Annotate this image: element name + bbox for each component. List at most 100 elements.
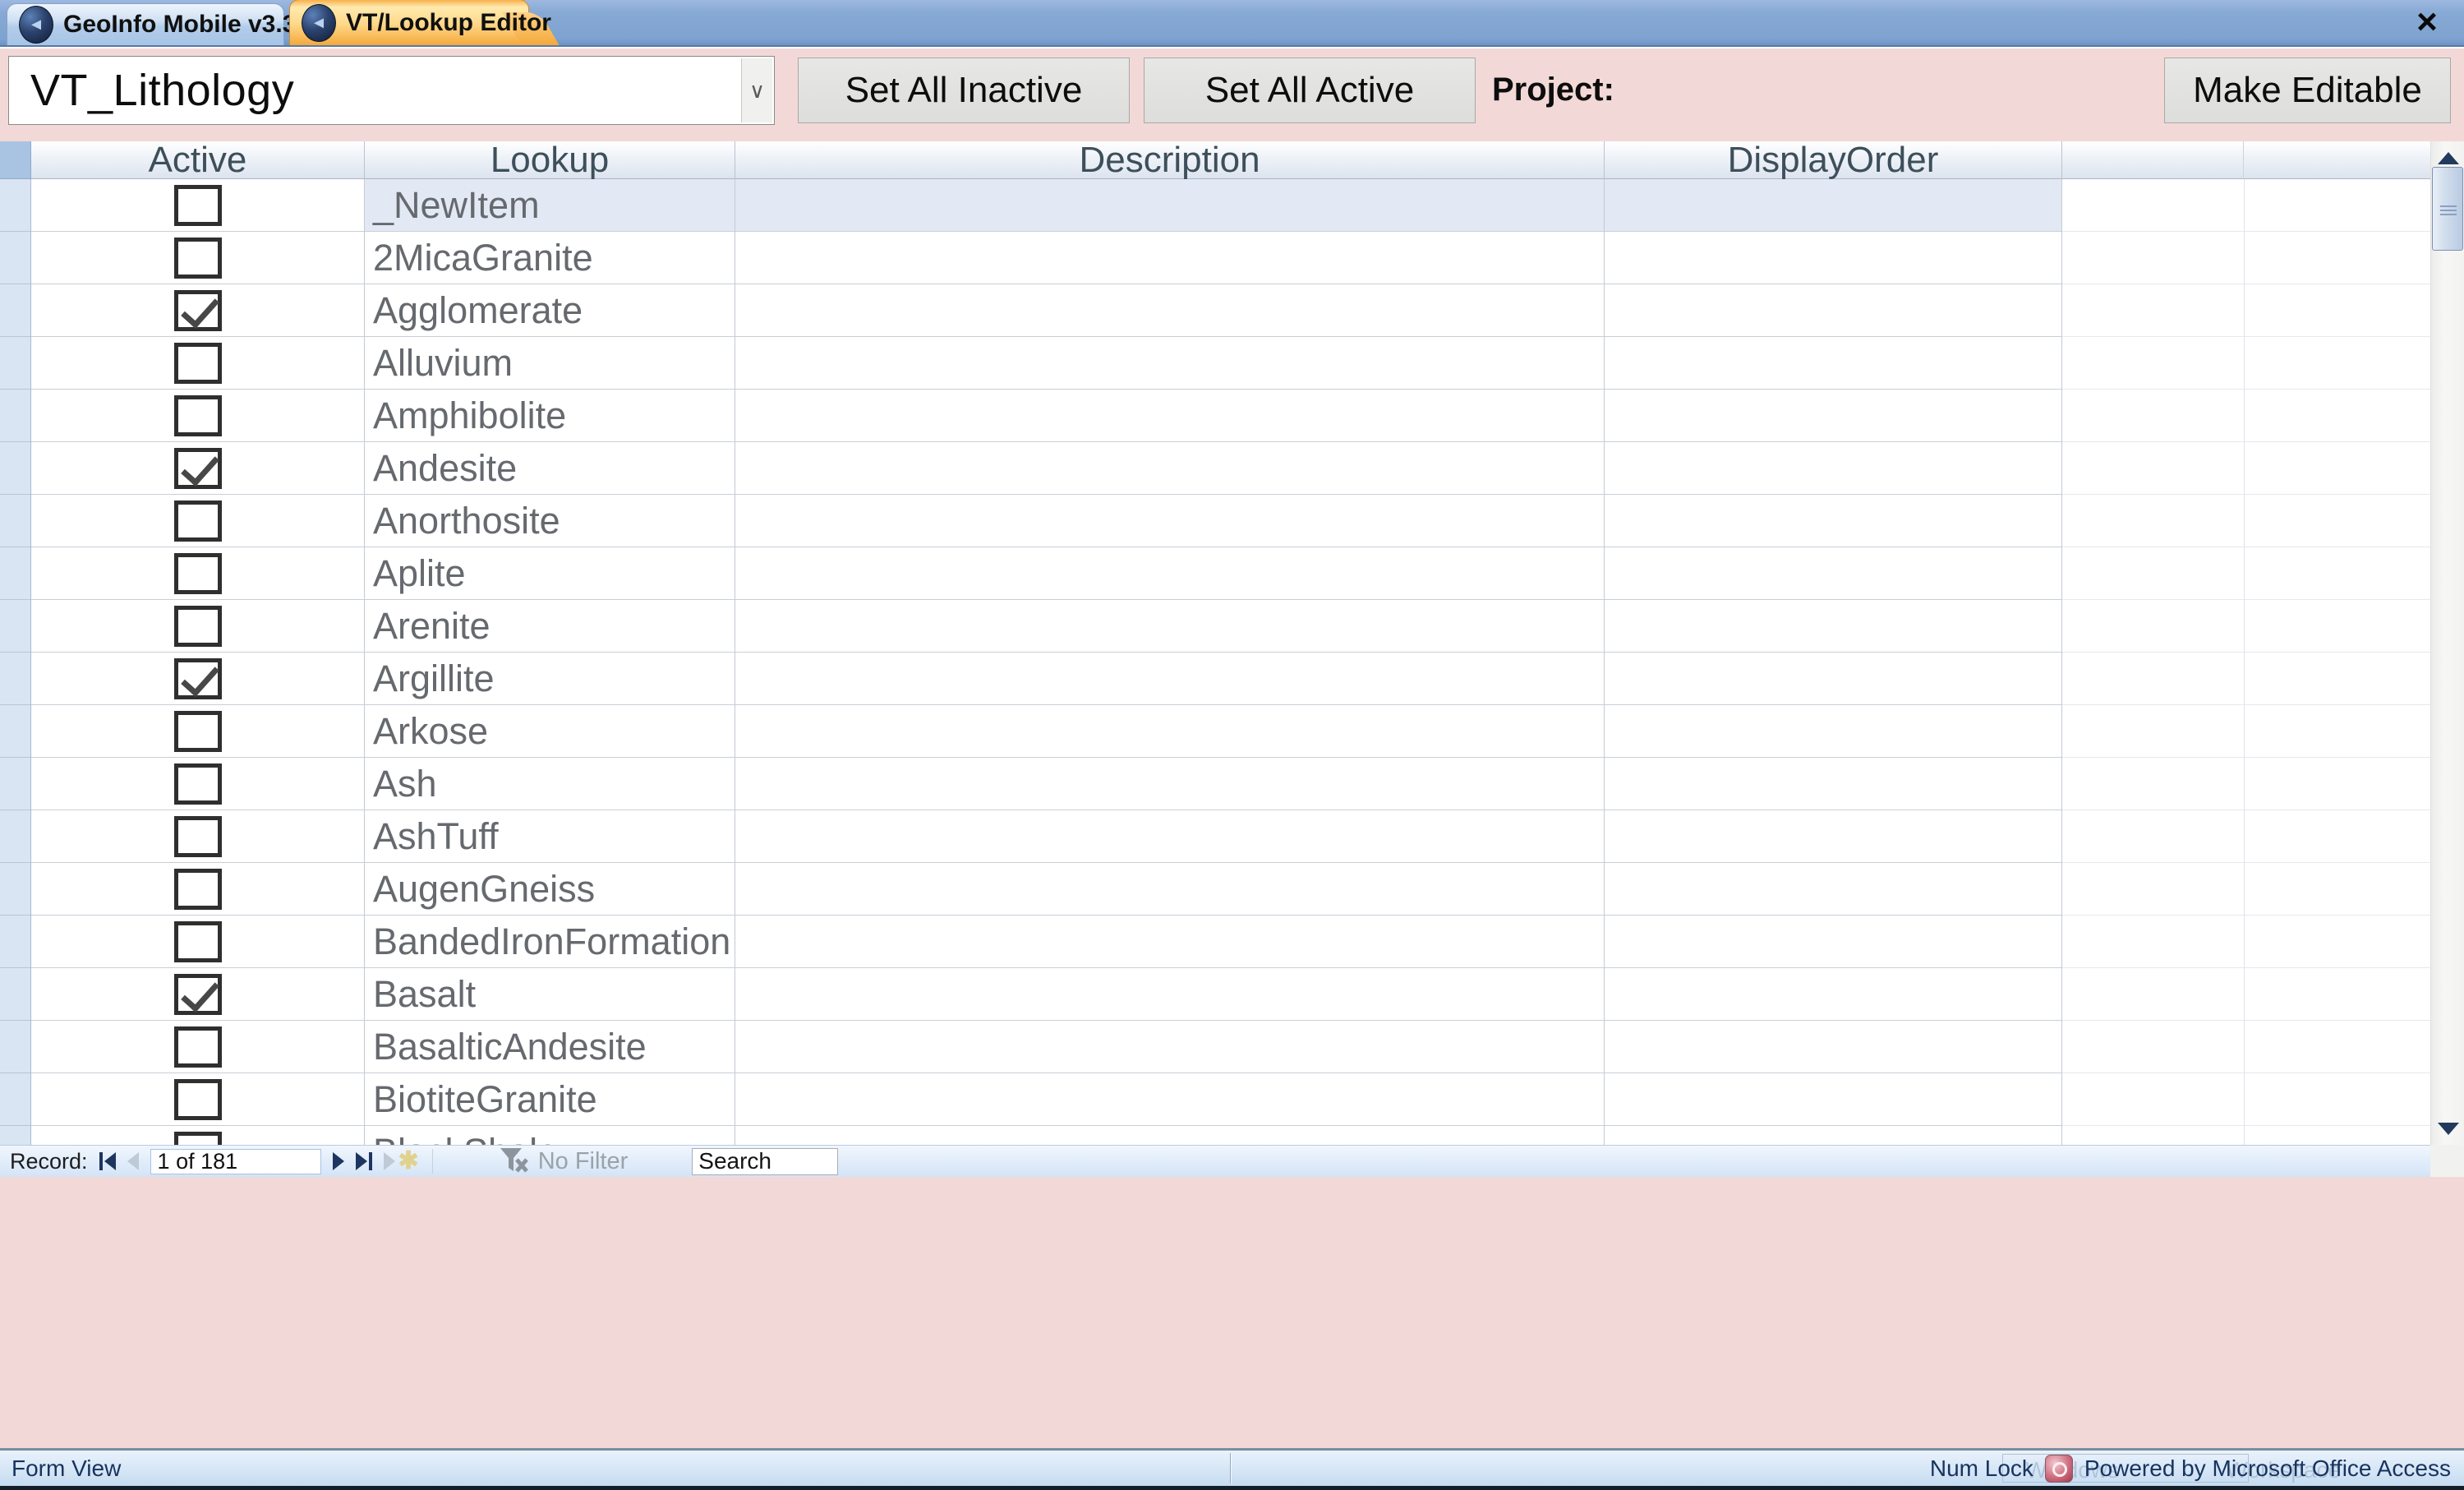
close-tab-icon[interactable]: × [2408, 5, 2446, 39]
row-selector[interactable] [0, 284, 31, 337]
description-cell[interactable] [735, 916, 1605, 968]
active-cell[interactable] [31, 863, 365, 916]
displayorder-cell[interactable] [1605, 547, 2062, 600]
lookup-cell[interactable]: Arkose [365, 705, 735, 758]
row-selector[interactable] [0, 442, 31, 495]
active-cell[interactable] [31, 232, 365, 284]
displayorder-cell[interactable] [1605, 337, 2062, 390]
active-checkbox[interactable] [174, 1079, 222, 1120]
active-checkbox[interactable] [174, 1132, 222, 1146]
search-input[interactable] [692, 1148, 838, 1175]
displayorder-cell[interactable] [1605, 705, 2062, 758]
description-cell[interactable] [735, 758, 1605, 810]
displayorder-cell[interactable] [1605, 653, 2062, 705]
tab-geoinfo-mobile[interactable]: ◄ GeoInfo Mobile v3.3b5 [7, 3, 284, 45]
active-checkbox[interactable] [174, 238, 222, 279]
description-cell[interactable] [735, 442, 1605, 495]
lookup-cell[interactable]: Andesite [365, 442, 735, 495]
active-checkbox[interactable] [174, 658, 222, 699]
select-all-corner[interactable] [0, 141, 31, 179]
active-cell[interactable] [31, 442, 365, 495]
active-checkbox[interactable] [174, 553, 222, 594]
displayorder-cell[interactable] [1605, 600, 2062, 653]
active-cell[interactable] [31, 284, 365, 337]
row-selector[interactable] [0, 1021, 31, 1073]
last-record-button[interactable] [356, 1148, 372, 1174]
row-selector[interactable] [0, 810, 31, 863]
active-checkbox[interactable] [174, 448, 222, 489]
displayorder-cell[interactable] [1605, 179, 2062, 232]
lookup-cell[interactable]: Agglomerate [365, 284, 735, 337]
description-cell[interactable] [735, 1073, 1605, 1126]
description-cell[interactable] [735, 705, 1605, 758]
row-selector[interactable] [0, 916, 31, 968]
active-checkbox[interactable] [174, 921, 222, 962]
chevron-down-icon[interactable]: ∨ [741, 58, 772, 122]
description-cell[interactable] [735, 1126, 1605, 1145]
lookup-cell[interactable]: Argillite [365, 653, 735, 705]
displayorder-cell[interactable] [1605, 1021, 2062, 1073]
vertical-scrollbar[interactable] [2430, 141, 2464, 1145]
displayorder-cell[interactable] [1605, 758, 2062, 810]
description-cell[interactable] [735, 179, 1605, 232]
displayorder-cell[interactable] [1605, 1126, 2062, 1145]
row-selector[interactable] [0, 758, 31, 810]
row-selector[interactable] [0, 337, 31, 390]
active-checkbox[interactable] [174, 343, 222, 384]
active-cell[interactable] [31, 968, 365, 1021]
lookup-cell[interactable]: AugenGneiss [365, 863, 735, 916]
set-all-inactive-button[interactable]: Set All Inactive [798, 58, 1130, 123]
lookup-cell[interactable]: BasalticAndesite [365, 1021, 735, 1073]
lookup-table-combobox[interactable]: VT_Lithology ∨ [8, 56, 775, 125]
active-cell[interactable] [31, 916, 365, 968]
scroll-down-icon[interactable] [2431, 1112, 2464, 1145]
active-checkbox[interactable] [174, 606, 222, 647]
lookup-cell[interactable]: Basalt [365, 968, 735, 1021]
active-cell[interactable] [31, 810, 365, 863]
set-all-active-button[interactable]: Set All Active [1144, 58, 1476, 123]
active-cell[interactable] [31, 653, 365, 705]
row-selector[interactable] [0, 547, 31, 600]
active-cell[interactable] [31, 758, 365, 810]
description-cell[interactable] [735, 968, 1605, 1021]
lookup-cell[interactable]: BandedIronFormation [365, 916, 735, 968]
lookup-cell[interactable]: _NewItem [365, 179, 735, 232]
column-header-displayorder[interactable]: DisplayOrder [1605, 141, 2062, 179]
displayorder-cell[interactable] [1605, 232, 2062, 284]
lookup-cell[interactable]: Ash [365, 758, 735, 810]
lookup-cell[interactable]: BlackShale [365, 1126, 735, 1145]
row-selector[interactable] [0, 705, 31, 758]
first-record-button[interactable] [99, 1148, 116, 1174]
column-header-lookup[interactable]: Lookup [365, 141, 735, 179]
scrollbar-thumb[interactable] [2432, 167, 2463, 251]
active-cell[interactable] [31, 547, 365, 600]
active-cell[interactable] [31, 337, 365, 390]
lookup-cell[interactable]: 2MicaGranite [365, 232, 735, 284]
displayorder-cell[interactable] [1605, 442, 2062, 495]
displayorder-cell[interactable] [1605, 863, 2062, 916]
description-cell[interactable] [735, 810, 1605, 863]
active-cell[interactable] [31, 600, 365, 653]
description-cell[interactable] [735, 390, 1605, 442]
description-cell[interactable] [735, 232, 1605, 284]
row-selector[interactable] [0, 653, 31, 705]
column-header-active[interactable]: Active [31, 141, 365, 179]
active-checkbox[interactable] [174, 185, 222, 226]
active-cell[interactable] [31, 1073, 365, 1126]
description-cell[interactable] [735, 337, 1605, 390]
row-selector[interactable] [0, 232, 31, 284]
row-selector[interactable] [0, 1073, 31, 1126]
description-cell[interactable] [735, 495, 1605, 547]
record-position-input[interactable] [150, 1149, 321, 1174]
description-cell[interactable] [735, 653, 1605, 705]
displayorder-cell[interactable] [1605, 968, 2062, 1021]
row-selector[interactable] [0, 1126, 31, 1145]
row-selector[interactable] [0, 495, 31, 547]
active-checkbox[interactable] [174, 501, 222, 542]
displayorder-cell[interactable] [1605, 390, 2062, 442]
displayorder-cell[interactable] [1605, 916, 2062, 968]
displayorder-cell[interactable] [1605, 810, 2062, 863]
active-cell[interactable] [31, 179, 365, 232]
row-selector[interactable] [0, 179, 31, 232]
lookup-cell[interactable]: Amphibolite [365, 390, 735, 442]
